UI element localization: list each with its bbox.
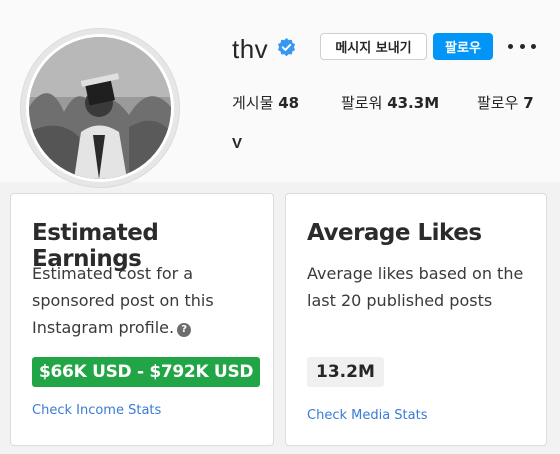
message-button[interactable]: 메시지 보내기: [320, 33, 427, 60]
posts-label: 게시물: [232, 94, 274, 112]
following-count[interactable]: 팔로우 7: [477, 92, 534, 113]
check-media-stats-link[interactable]: Check Media Stats: [307, 408, 428, 423]
verified-badge-icon: [277, 38, 296, 57]
profile-full-name: V: [232, 135, 243, 152]
avatar-photo-image: [29, 37, 171, 179]
estimated-earnings-card: Estimated Earnings Estimated cost for a …: [10, 193, 274, 446]
likes-card-title: Average Likes: [307, 220, 482, 246]
more-dot: [519, 43, 525, 49]
average-likes-card: Average Likes Average likes based on the…: [285, 193, 547, 446]
username: thv: [232, 34, 269, 64]
likes-card-description: Average likes based on the last 20 publi…: [307, 264, 524, 310]
question-circle-icon[interactable]: ?: [177, 322, 192, 337]
followers-value: 43.3M: [387, 94, 440, 112]
profile-header: thv 메시지 보내기 팔로우 게시물 48 팔로워 43.3M 팔로우 7 V: [0, 0, 560, 188]
more-options-icon[interactable]: [508, 36, 536, 56]
following-label: 팔로우: [477, 94, 519, 112]
likes-value-badge: 13.2M: [307, 357, 384, 387]
more-dot: [531, 43, 536, 49]
following-value: 7: [523, 94, 534, 112]
profile-avatar-ring[interactable]: [20, 28, 180, 188]
earnings-value-badge: $66K USD - $792K USD: [32, 357, 261, 387]
posts-value: 48: [278, 94, 300, 112]
check-income-stats-link[interactable]: Check Income Stats: [32, 403, 161, 418]
avatar[interactable]: [26, 34, 174, 182]
earnings-card-description: Estimated cost for a sponsored post on t…: [32, 260, 267, 341]
followers-label: 팔로워: [341, 94, 383, 112]
followers-count[interactable]: 팔로워 43.3M: [341, 92, 439, 113]
more-dot: [508, 43, 513, 49]
follow-button[interactable]: 팔로우: [433, 33, 493, 60]
posts-count: 게시물 48: [232, 92, 299, 113]
